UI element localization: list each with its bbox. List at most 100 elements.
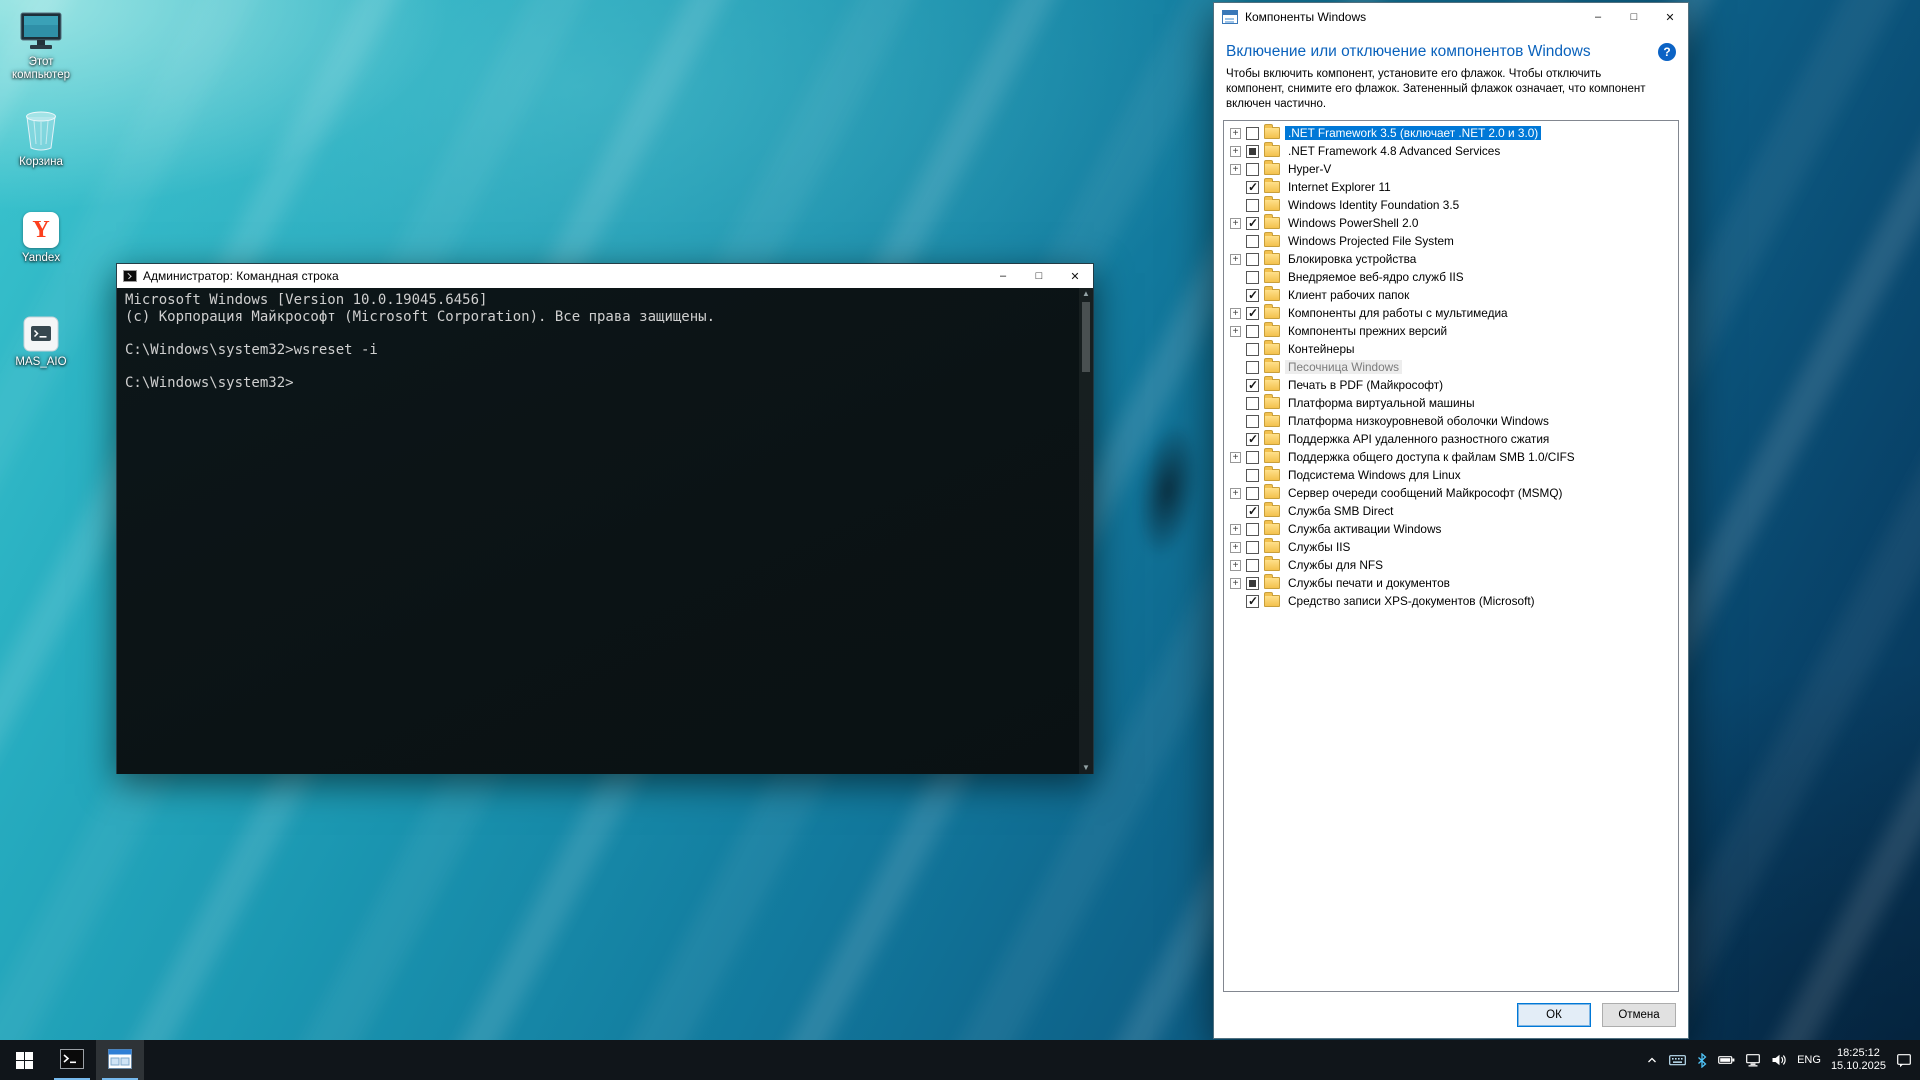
feature-checkbox[interactable] (1246, 433, 1259, 446)
feature-row[interactable]: + Поддержка общего доступа к файлам SMB … (1224, 448, 1678, 466)
cmd-maximize-button[interactable]: □ (1021, 264, 1057, 288)
feature-row[interactable]: + Windows Projected File System (1224, 232, 1678, 250)
hidden-icons-chevron-icon[interactable] (1645, 1053, 1659, 1067)
cmd-close-button[interactable]: ✕ (1057, 264, 1093, 288)
feature-checkbox[interactable] (1246, 253, 1259, 266)
taskbar-features-button[interactable] (96, 1040, 144, 1080)
feature-row[interactable]: + Службы печати и документов (1224, 574, 1678, 592)
help-button[interactable]: ? (1658, 43, 1676, 61)
ok-button[interactable]: ОК (1517, 1003, 1591, 1027)
clock[interactable]: 18:25:12 15.10.2025 (1831, 1047, 1886, 1073)
feature-checkbox[interactable] (1246, 235, 1259, 248)
feature-checkbox[interactable] (1246, 163, 1259, 176)
features-close-button[interactable]: ✕ (1652, 3, 1688, 31)
desktop-icon-mas-aio[interactable]: MAS_AIO (2, 310, 80, 369)
feature-checkbox[interactable] (1246, 541, 1259, 554)
feature-checkbox[interactable] (1246, 415, 1259, 428)
feature-checkbox[interactable] (1246, 487, 1259, 500)
desktop-icon-this-pc[interactable]: Этот компьютер (2, 10, 80, 82)
bluetooth-icon[interactable] (1696, 1053, 1708, 1068)
feature-row[interactable]: + Платформа виртуальной машины (1224, 394, 1678, 412)
feature-checkbox[interactable] (1246, 397, 1259, 410)
feature-checkbox[interactable] (1246, 577, 1259, 590)
feature-checkbox[interactable] (1246, 307, 1259, 320)
desktop-icon-recycle-bin[interactable]: Корзина (2, 110, 80, 169)
expand-icon[interactable]: + (1230, 524, 1241, 535)
network-icon[interactable] (1745, 1053, 1761, 1067)
feature-checkbox[interactable] (1246, 559, 1259, 572)
volume-icon[interactable] (1771, 1053, 1787, 1067)
feature-row[interactable]: + Клиент рабочих папок (1224, 286, 1678, 304)
features-maximize-button[interactable]: □ (1616, 3, 1652, 31)
feature-row[interactable]: + Службы IIS (1224, 538, 1678, 556)
scroll-up-icon[interactable]: ▲ (1079, 288, 1093, 300)
taskbar-cmd-button[interactable] (48, 1040, 96, 1080)
feature-row[interactable]: + .NET Framework 4.8 Advanced Services (1224, 142, 1678, 160)
feature-checkbox[interactable] (1246, 523, 1259, 536)
feature-checkbox[interactable] (1246, 595, 1259, 608)
feature-checkbox[interactable] (1246, 451, 1259, 464)
cmd-scrollbar[interactable]: ▲ ▼ (1079, 288, 1093, 774)
feature-row[interactable]: + Internet Explorer 11 (1224, 178, 1678, 196)
cmd-titlebar[interactable]: Администратор: Командная строка – □ ✕ (117, 264, 1093, 288)
cmd-output-area[interactable]: Microsoft Windows [Version 10.0.19045.64… (117, 288, 1093, 774)
features-minimize-button[interactable]: – (1580, 3, 1616, 31)
feature-row[interactable]: + Компоненты для работы с мультимедиа (1224, 304, 1678, 322)
feature-row[interactable]: + Печать в PDF (Майкрософт) (1224, 376, 1678, 394)
feature-row[interactable]: + Компоненты прежних версий (1224, 322, 1678, 340)
touch-keyboard-icon[interactable] (1669, 1053, 1686, 1067)
desktop-icon-yandex[interactable]: Y Yandex (2, 206, 80, 265)
feature-row[interactable]: + Сервер очереди сообщений Майкрософт (M… (1224, 484, 1678, 502)
feature-checkbox[interactable] (1246, 145, 1259, 158)
expand-icon[interactable]: + (1230, 218, 1241, 229)
expand-icon[interactable]: + (1230, 452, 1241, 463)
feature-row[interactable]: + Подсистема Windows для Linux (1224, 466, 1678, 484)
expand-icon[interactable]: + (1230, 326, 1241, 337)
feature-checkbox[interactable] (1246, 343, 1259, 356)
feature-row[interactable]: + Песочница Windows (1224, 358, 1678, 376)
scrollbar-thumb[interactable] (1082, 302, 1090, 372)
feature-row[interactable]: + Контейнеры (1224, 340, 1678, 358)
feature-checkbox[interactable] (1246, 505, 1259, 518)
feature-row[interactable]: + Поддержка API удаленного разностного с… (1224, 430, 1678, 448)
language-indicator[interactable]: ENG (1797, 1054, 1821, 1066)
feature-checkbox[interactable] (1246, 289, 1259, 302)
expand-icon[interactable]: + (1230, 308, 1241, 319)
scroll-down-icon[interactable]: ▼ (1079, 762, 1093, 774)
feature-row[interactable]: + Платформа низкоуровневой оболочки Wind… (1224, 412, 1678, 430)
feature-row[interactable]: + Средство записи XPS-документов (Micros… (1224, 592, 1678, 610)
feature-checkbox[interactable] (1246, 199, 1259, 212)
feature-checkbox[interactable] (1246, 361, 1259, 374)
feature-row[interactable]: + Windows PowerShell 2.0 (1224, 214, 1678, 232)
feature-checkbox[interactable] (1246, 469, 1259, 482)
action-center-icon[interactable] (1896, 1053, 1912, 1068)
folder-icon (1264, 415, 1280, 427)
start-button[interactable] (0, 1040, 48, 1080)
expand-icon[interactable]: + (1230, 146, 1241, 157)
cancel-button[interactable]: Отмена (1602, 1003, 1676, 1027)
feature-row[interactable]: + Hyper-V (1224, 160, 1678, 178)
feature-row[interactable]: + Службы для NFS (1224, 556, 1678, 574)
feature-row[interactable]: + Служба SMB Direct (1224, 502, 1678, 520)
feature-checkbox[interactable] (1246, 127, 1259, 140)
expand-icon[interactable]: + (1230, 488, 1241, 499)
expand-icon[interactable]: + (1230, 128, 1241, 139)
feature-checkbox[interactable] (1246, 271, 1259, 284)
expand-icon[interactable]: + (1230, 542, 1241, 553)
cmd-minimize-button[interactable]: – (985, 264, 1021, 288)
expand-icon[interactable]: + (1230, 578, 1241, 589)
expand-icon[interactable]: + (1230, 254, 1241, 265)
feature-row[interactable]: + Блокировка устройства (1224, 250, 1678, 268)
battery-icon[interactable] (1718, 1054, 1735, 1066)
feature-row[interactable]: + Внедряемое веб-ядро служб IIS (1224, 268, 1678, 286)
expand-icon[interactable]: + (1230, 560, 1241, 571)
feature-checkbox[interactable] (1246, 217, 1259, 230)
feature-checkbox[interactable] (1246, 325, 1259, 338)
feature-checkbox[interactable] (1246, 181, 1259, 194)
feature-row[interactable]: + Windows Identity Foundation 3.5 (1224, 196, 1678, 214)
feature-checkbox[interactable] (1246, 379, 1259, 392)
features-titlebar[interactable]: Компоненты Windows – □ ✕ (1214, 3, 1688, 31)
expand-icon[interactable]: + (1230, 164, 1241, 175)
feature-row[interactable]: + Служба активации Windows (1224, 520, 1678, 538)
feature-row[interactable]: + .NET Framework 3.5 (включает .NET 2.0 … (1224, 124, 1678, 142)
